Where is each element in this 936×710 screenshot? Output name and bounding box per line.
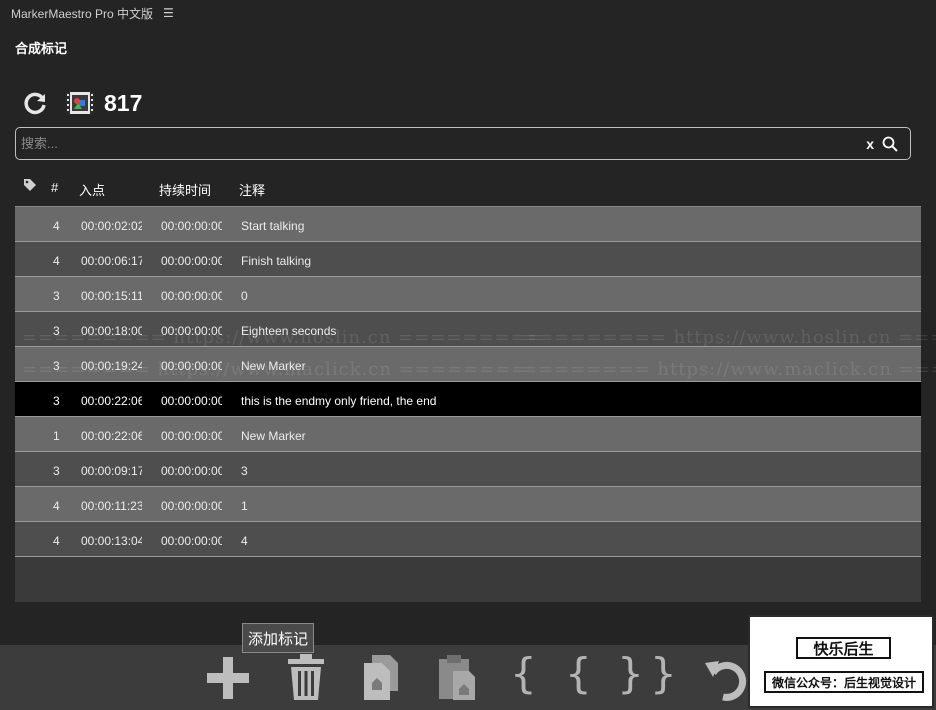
trash-icon[interactable] [286, 653, 326, 701]
set-range-button[interactable]: { } [565, 649, 650, 698]
column-header-duration[interactable]: 持续时间 [159, 180, 211, 199]
badge-subtitle: 微信公众号：后生视觉设计 [764, 671, 924, 693]
top-toolbar: 817 [22, 88, 142, 118]
cell-duration: 00:00:00:00 [161, 394, 222, 408]
plus-icon[interactable] [205, 655, 251, 701]
cell-number: 4 [53, 254, 60, 268]
marker-count: 817 [104, 89, 143, 116]
cell-note: 0 [241, 289, 248, 303]
cell-in-point: 00:00:15:11 [81, 289, 142, 303]
app-title: MarkerMaestro Pro 中文版 [11, 6, 154, 21]
cell-note: 3 [241, 464, 248, 478]
cell-duration: 00:00:00:00 [161, 464, 222, 478]
tooltip: 添加标记 [242, 623, 315, 653]
cell-duration: 00:00:00:00 [161, 289, 222, 303]
paste-icon[interactable] [437, 653, 477, 701]
copy-icon[interactable] [362, 653, 404, 701]
cell-number: 3 [53, 324, 60, 338]
watermark-badge: 快乐后生 微信公众号：后生视觉设计 [748, 615, 934, 708]
clear-search-button[interactable]: x [866, 136, 874, 152]
cell-number: 3 [53, 394, 60, 408]
cell-note: Start talking [241, 219, 305, 233]
cell-in-point: 00:00:13:04 [81, 534, 142, 548]
cell-duration: 00:00:00:00 [161, 534, 222, 548]
column-header-number[interactable]: # [51, 180, 58, 195]
cell-in-point: 00:00:11:23 [81, 499, 142, 513]
table-row[interactable]: 3 00:00:09:17 00:00:00:00 3 [15, 452, 921, 487]
cell-note: Eighteen seconds [241, 324, 337, 338]
set-in-point-button[interactable]: { [510, 649, 537, 698]
cell-note: Finish talking [241, 254, 312, 268]
cell-number: 3 [53, 359, 60, 373]
cell-number: 1 [53, 429, 60, 443]
table-row[interactable]: 3 00:00:18:00 00:00:00:00 Eighteen secon… [15, 312, 921, 347]
cell-duration: 00:00:00:00 [161, 254, 222, 268]
search-icon[interactable] [882, 136, 898, 152]
cell-note: 1 [241, 499, 248, 513]
cell-note: 4 [241, 534, 248, 548]
refresh-icon[interactable] [22, 90, 48, 116]
cell-in-point: 00:00:06:17 [81, 254, 142, 268]
cell-duration: 00:00:00:00 [161, 219, 222, 233]
cell-duration: 00:00:00:00 [161, 499, 222, 513]
panel-title: 合成标记 [15, 41, 68, 56]
cell-in-point: 00:00:22:06 [81, 394, 142, 408]
set-out-point-button[interactable]: } [650, 649, 677, 698]
cell-number: 4 [53, 534, 60, 548]
table-row[interactable]: 4 00:00:13:04 00:00:00:00 4 [15, 522, 921, 557]
cell-in-point: 00:00:09:17 [81, 464, 142, 478]
search-input[interactable] [16, 128, 867, 159]
cell-in-point: 00:00:02:02 [81, 219, 142, 233]
hamburger-menu-icon[interactable]: ☰ [163, 6, 174, 20]
cell-note: New Marker [241, 359, 306, 373]
table-row[interactable]: 4 00:00:06:17 00:00:00:00 Finish talking [15, 242, 921, 277]
cell-number: 4 [53, 219, 60, 233]
cell-in-point: 00:00:22:06 [81, 429, 142, 443]
table-row[interactable]: 3 00:00:19:24 00:00:00:00 New Marker [15, 347, 921, 382]
column-header-in-point[interactable]: 入点 [79, 180, 105, 199]
search-box: x [15, 127, 911, 160]
cell-duration: 00:00:00:00 [161, 359, 222, 373]
table-row[interactable]: 4 00:00:02:02 00:00:00:00 Start talking [15, 207, 921, 242]
cell-duration: 00:00:00:00 [161, 429, 222, 443]
table-row-selected[interactable]: 3 00:00:22:06 00:00:00:00 this is the en… [15, 382, 921, 417]
tag-icon[interactable] [23, 178, 37, 192]
table-row[interactable]: 1 00:00:22:06 00:00:00:00 New Marker [15, 417, 921, 452]
cell-number: 3 [53, 289, 60, 303]
cell-in-point: 00:00:19:24 [81, 359, 142, 373]
title-bar: MarkerMaestro Pro 中文版 ☰ [0, 0, 936, 26]
cell-note: this is the endmy only friend, the end [241, 394, 437, 408]
marker-table: 4 00:00:02:02 00:00:00:00 Start talking … [15, 206, 921, 602]
badge-title: 快乐后生 [796, 637, 891, 659]
column-header-note[interactable]: 注释 [239, 180, 265, 199]
cell-duration: 00:00:00:00 [161, 324, 222, 338]
cell-number: 4 [53, 499, 60, 513]
table-header: # 入点 持续时间 注释 [15, 172, 921, 206]
undo-icon[interactable] [703, 653, 751, 703]
cell-note: New Marker [241, 429, 306, 443]
composition-icon[interactable] [66, 92, 94, 114]
cell-number: 3 [53, 464, 60, 478]
table-row[interactable]: 4 00:00:11:23 00:00:00:00 1 [15, 487, 921, 522]
table-row[interactable]: 3 00:00:15:11 00:00:00:00 0 [15, 277, 921, 312]
cell-in-point: 00:00:18:00 [81, 324, 142, 338]
